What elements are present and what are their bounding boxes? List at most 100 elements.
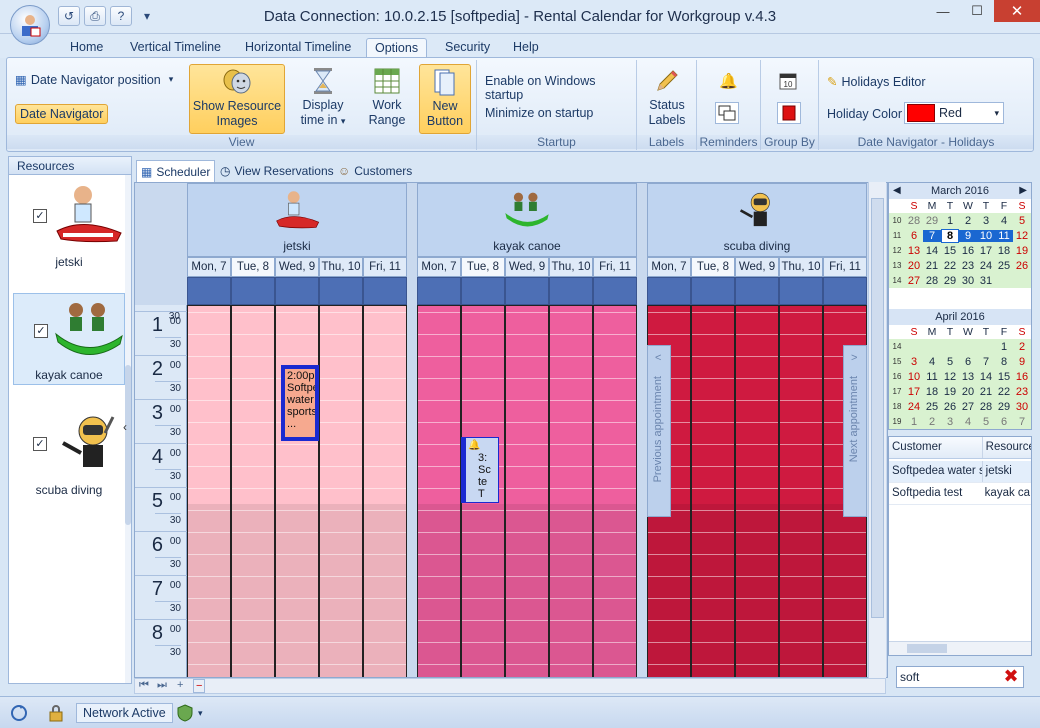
day-column[interactable] bbox=[593, 305, 637, 677]
calendar-day[interactable]: 6 bbox=[905, 230, 923, 242]
next-appointment-button[interactable]: > Next appointment bbox=[843, 345, 867, 517]
day-header[interactable]: Thu, 10 bbox=[549, 257, 593, 277]
calendar-day[interactable]: 1 bbox=[905, 416, 923, 428]
calendar-day[interactable]: 29 bbox=[923, 215, 941, 227]
calendar-day[interactable]: 5 bbox=[1013, 215, 1031, 227]
tab-home[interactable]: Home bbox=[62, 38, 111, 58]
calendar-day[interactable]: 29 bbox=[995, 401, 1013, 413]
calendar-day[interactable]: 2 bbox=[1013, 341, 1031, 353]
day-header[interactable]: Thu, 10 bbox=[319, 257, 363, 277]
tab-options[interactable]: Options bbox=[366, 38, 428, 58]
clear-search-icon[interactable]: ✖ bbox=[1002, 667, 1020, 686]
calendar-day[interactable]: 30 bbox=[959, 275, 977, 287]
resource-header[interactable]: jetski bbox=[187, 183, 407, 257]
day-column[interactable] bbox=[363, 305, 407, 677]
calendar-day[interactable]: 27 bbox=[959, 401, 977, 413]
day-column[interactable] bbox=[779, 305, 823, 677]
calendar-day[interactable]: 10 bbox=[977, 229, 995, 242]
calendar-day[interactable]: 7 bbox=[1013, 416, 1031, 428]
column-resource[interactable]: Resource bbox=[981, 437, 1031, 458]
app-menu-button[interactable] bbox=[10, 5, 50, 45]
calendar-day[interactable]: 19 bbox=[941, 386, 959, 398]
calendar-day[interactable]: 29 bbox=[941, 275, 959, 287]
day-column[interactable] bbox=[735, 305, 779, 677]
calendar-day[interactable]: 28 bbox=[977, 401, 995, 413]
scroll-thumb[interactable] bbox=[125, 365, 131, 525]
calendar-day[interactable]: 28 bbox=[905, 215, 923, 227]
day-header[interactable]: Tue, 8 bbox=[691, 257, 735, 277]
day-header[interactable]: Wed, 9 bbox=[735, 257, 779, 277]
display-time-in-button[interactable]: Display time in ▾ bbox=[295, 64, 351, 134]
reminder-windows-icon[interactable] bbox=[715, 102, 739, 124]
resource-item-jetski[interactable]: ✓ jetski bbox=[13, 179, 125, 271]
all-day-cell[interactable] bbox=[823, 277, 867, 305]
tab-customers[interactable]: ☺ Customers bbox=[334, 160, 416, 182]
resource-header[interactable]: kayak canoe bbox=[417, 183, 637, 257]
calendar-day[interactable]: 24 bbox=[905, 401, 923, 413]
calendar-day[interactable]: 7 bbox=[977, 356, 995, 368]
day-header[interactable]: Mon, 7 bbox=[417, 257, 461, 277]
calendar-day[interactable]: 27 bbox=[905, 275, 923, 287]
all-day-cell[interactable] bbox=[461, 277, 505, 305]
network-shield-icon[interactable]: ▾ bbox=[176, 703, 203, 723]
tab-vertical-timeline[interactable]: Vertical Timeline bbox=[122, 38, 229, 58]
calendar-day[interactable]: 16 bbox=[1013, 371, 1031, 383]
calendar-day[interactable]: 3 bbox=[977, 215, 995, 227]
calendar-day[interactable]: 23 bbox=[959, 260, 977, 272]
calendar-day[interactable]: 30 bbox=[1013, 401, 1031, 413]
all-day-cell[interactable] bbox=[593, 277, 637, 305]
all-day-cell[interactable] bbox=[505, 277, 549, 305]
calendar-day[interactable]: 8 bbox=[941, 228, 959, 243]
calendar-day[interactable]: 23 bbox=[1013, 386, 1031, 398]
all-day-cell[interactable] bbox=[363, 277, 407, 305]
resource-item-kayak-canoe[interactable]: ✓ kayak canoe bbox=[13, 293, 125, 385]
day-header[interactable]: Thu, 10 bbox=[779, 257, 823, 277]
first-record-button[interactable]: ⏮ bbox=[139, 679, 149, 692]
calendar-day[interactable]: 11 bbox=[923, 371, 941, 383]
calendar-day[interactable]: 6 bbox=[959, 356, 977, 368]
calendar-day[interactable]: 5 bbox=[941, 356, 959, 368]
day-header[interactable]: Wed, 9 bbox=[505, 257, 549, 277]
calendar-day[interactable]: 13 bbox=[905, 245, 923, 257]
resource-header[interactable]: scuba diving bbox=[647, 183, 867, 257]
resource-checkbox[interactable]: ✓ bbox=[33, 437, 47, 451]
tab-help[interactable]: Help bbox=[505, 38, 547, 58]
scheduler-vertical-scrollbar[interactable] bbox=[868, 182, 886, 678]
all-day-cell[interactable] bbox=[735, 277, 779, 305]
prev-month-icon[interactable]: ◀ bbox=[893, 183, 901, 199]
calendar-day[interactable]: 25 bbox=[923, 401, 941, 413]
all-day-cell[interactable] bbox=[549, 277, 593, 305]
calendar-day[interactable]: 15 bbox=[995, 371, 1013, 383]
maximize-button[interactable]: ☐ bbox=[960, 0, 994, 22]
calendar-day[interactable]: 4 bbox=[923, 356, 941, 368]
calendar-day[interactable]: 25 bbox=[995, 260, 1013, 272]
holidays-editor-button[interactable]: ✎ Holidays Editor bbox=[827, 74, 926, 90]
day-header[interactable]: Mon, 7 bbox=[187, 257, 231, 277]
status-labels-button[interactable]: Status Labels bbox=[641, 64, 693, 134]
calendar-day[interactable]: 6 bbox=[995, 416, 1013, 428]
add-resource-button[interactable]: + bbox=[177, 679, 183, 691]
dropdown-arrow-icon[interactable]: ▾ bbox=[198, 708, 203, 719]
calendar-icon[interactable]: 10 bbox=[779, 72, 797, 93]
tab-horizontal-timeline[interactable]: Horizontal Timeline bbox=[237, 38, 359, 58]
calendar-day[interactable]: 1 bbox=[941, 215, 959, 227]
calendar-day[interactable]: 2 bbox=[923, 416, 941, 428]
calendar-day[interactable]: 20 bbox=[959, 386, 977, 398]
minimize-on-startup-button[interactable]: Minimize on startup bbox=[485, 106, 593, 120]
resource-checkbox[interactable]: ✓ bbox=[34, 324, 48, 338]
refresh-icon[interactable] bbox=[10, 703, 28, 723]
calendar-day[interactable]: 12 bbox=[1013, 230, 1031, 242]
calendar-day[interactable]: 22 bbox=[941, 260, 959, 272]
day-header[interactable]: Mon, 7 bbox=[647, 257, 691, 277]
list-item[interactable]: Softpedea water sp jetski bbox=[889, 461, 1031, 483]
calendar-day[interactable]: 14 bbox=[977, 371, 995, 383]
all-day-cell[interactable] bbox=[691, 277, 735, 305]
work-range-button[interactable]: Work Range bbox=[359, 64, 415, 134]
day-header[interactable]: Tue, 8 bbox=[461, 257, 505, 277]
calendar-day[interactable]: 4 bbox=[959, 416, 977, 428]
calendar-day[interactable]: 8 bbox=[995, 356, 1013, 368]
calendar-day[interactable]: 24 bbox=[977, 260, 995, 272]
day-header[interactable]: Fri, 11 bbox=[823, 257, 867, 277]
calendar-day[interactable]: 17 bbox=[977, 245, 995, 257]
day-column[interactable] bbox=[691, 305, 735, 677]
